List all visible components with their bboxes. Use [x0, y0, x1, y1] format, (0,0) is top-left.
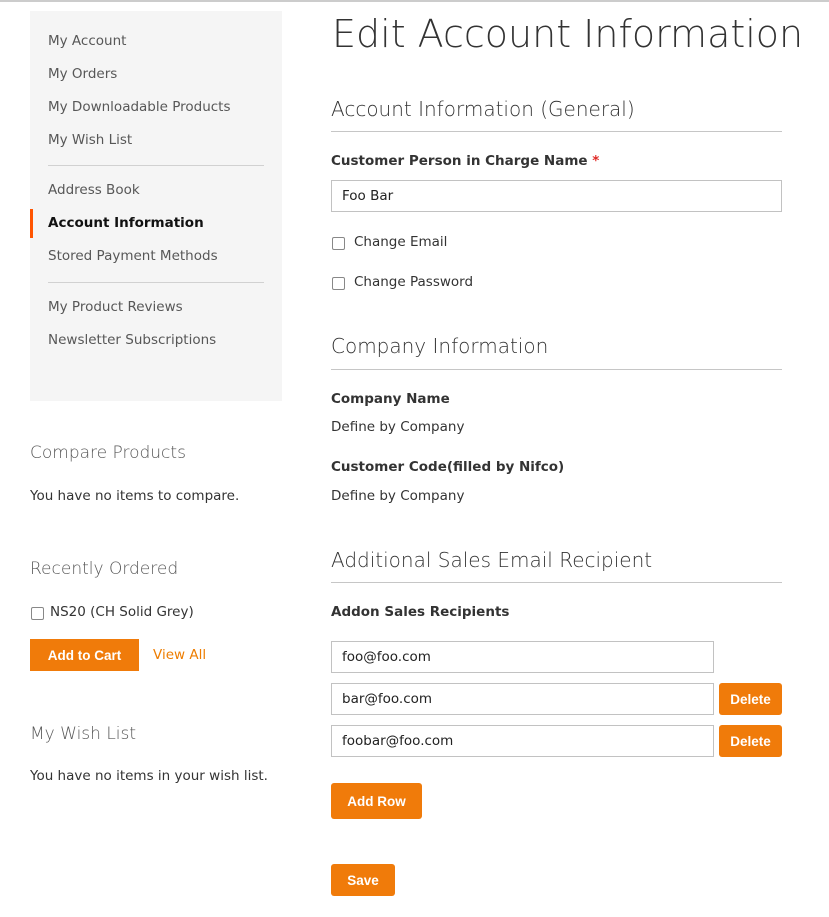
company-name-label: Company Name	[331, 391, 450, 407]
sidebar-item-my-account[interactable]: My Account	[48, 31, 126, 51]
sidebar-item-my-wish-list[interactable]: My Wish List	[48, 130, 132, 150]
required-marker: *	[592, 153, 600, 169]
change-password-checkbox[interactable]	[332, 277, 345, 290]
wish-list-empty-text: You have no items in your wish list.	[30, 768, 268, 784]
customer-code-value: Define by Company	[331, 488, 465, 504]
section-title-sales: Additional Sales Email Recipient	[331, 548, 653, 572]
recipient-input[interactable]: bar@foo.com	[331, 683, 714, 715]
name-label: Customer Person in Charge Name *	[331, 151, 599, 171]
delete-recipient-button[interactable]: Delete	[719, 683, 782, 715]
sidebar-item-address-book[interactable]: Address Book	[48, 180, 140, 200]
sidebar-item-my-orders[interactable]: My Orders	[48, 64, 117, 84]
change-email-checkbox[interactable]	[332, 237, 345, 250]
recently-ordered-title: Recently Ordered	[30, 559, 179, 579]
name-input[interactable]: Foo Bar	[331, 180, 782, 212]
sidebar-item-stored-payment-methods[interactable]: Stored Payment Methods	[48, 246, 218, 266]
section-rule	[331, 582, 782, 583]
recent-item-name: NS20 (CH Solid Grey)	[50, 604, 194, 620]
sidebar-item-product-reviews[interactable]: My Product Reviews	[48, 297, 183, 317]
page-title: Edit Account Information	[332, 12, 804, 56]
sidebar-item-downloadable-products[interactable]: My Downloadable Products	[48, 97, 231, 117]
add-to-cart-button[interactable]: Add to Cart	[30, 639, 139, 671]
active-indicator	[30, 209, 33, 238]
delete-recipient-button[interactable]: Delete	[719, 725, 782, 757]
add-row-button[interactable]: Add Row	[331, 783, 422, 819]
change-email-label[interactable]: Change Email	[354, 232, 447, 252]
name-label-text: Customer Person in Charge Name	[331, 153, 588, 169]
compare-products-title: Compare Products	[30, 443, 186, 463]
change-password-label[interactable]: Change Password	[354, 272, 473, 292]
section-rule	[331, 369, 782, 370]
save-button[interactable]: Save	[331, 864, 395, 896]
view-all-link[interactable]: View All	[153, 645, 206, 665]
recent-item-checkbox[interactable]	[31, 607, 44, 620]
addon-recipients-label: Addon Sales Recipients	[331, 604, 510, 620]
nav-divider	[48, 282, 264, 283]
section-rule	[331, 131, 782, 132]
section-title-general: Account Information (General)	[331, 97, 635, 121]
recipient-input[interactable]: foo@foo.com	[331, 641, 714, 673]
company-name-value: Define by Company	[331, 419, 465, 435]
recipient-input[interactable]: foobar@foo.com	[331, 725, 714, 757]
sidebar-item-account-information[interactable]: Account Information	[48, 213, 204, 233]
compare-empty-text: You have no items to compare.	[30, 488, 240, 504]
top-border	[0, 0, 829, 2]
wish-list-title: My Wish List	[30, 724, 137, 744]
section-title-company: Company Information	[331, 334, 549, 358]
nav-divider	[48, 165, 264, 166]
customer-code-label: Customer Code(filled by Nifco)	[331, 459, 565, 475]
sidebar-item-newsletter-subscriptions[interactable]: Newsletter Subscriptions	[48, 330, 216, 350]
